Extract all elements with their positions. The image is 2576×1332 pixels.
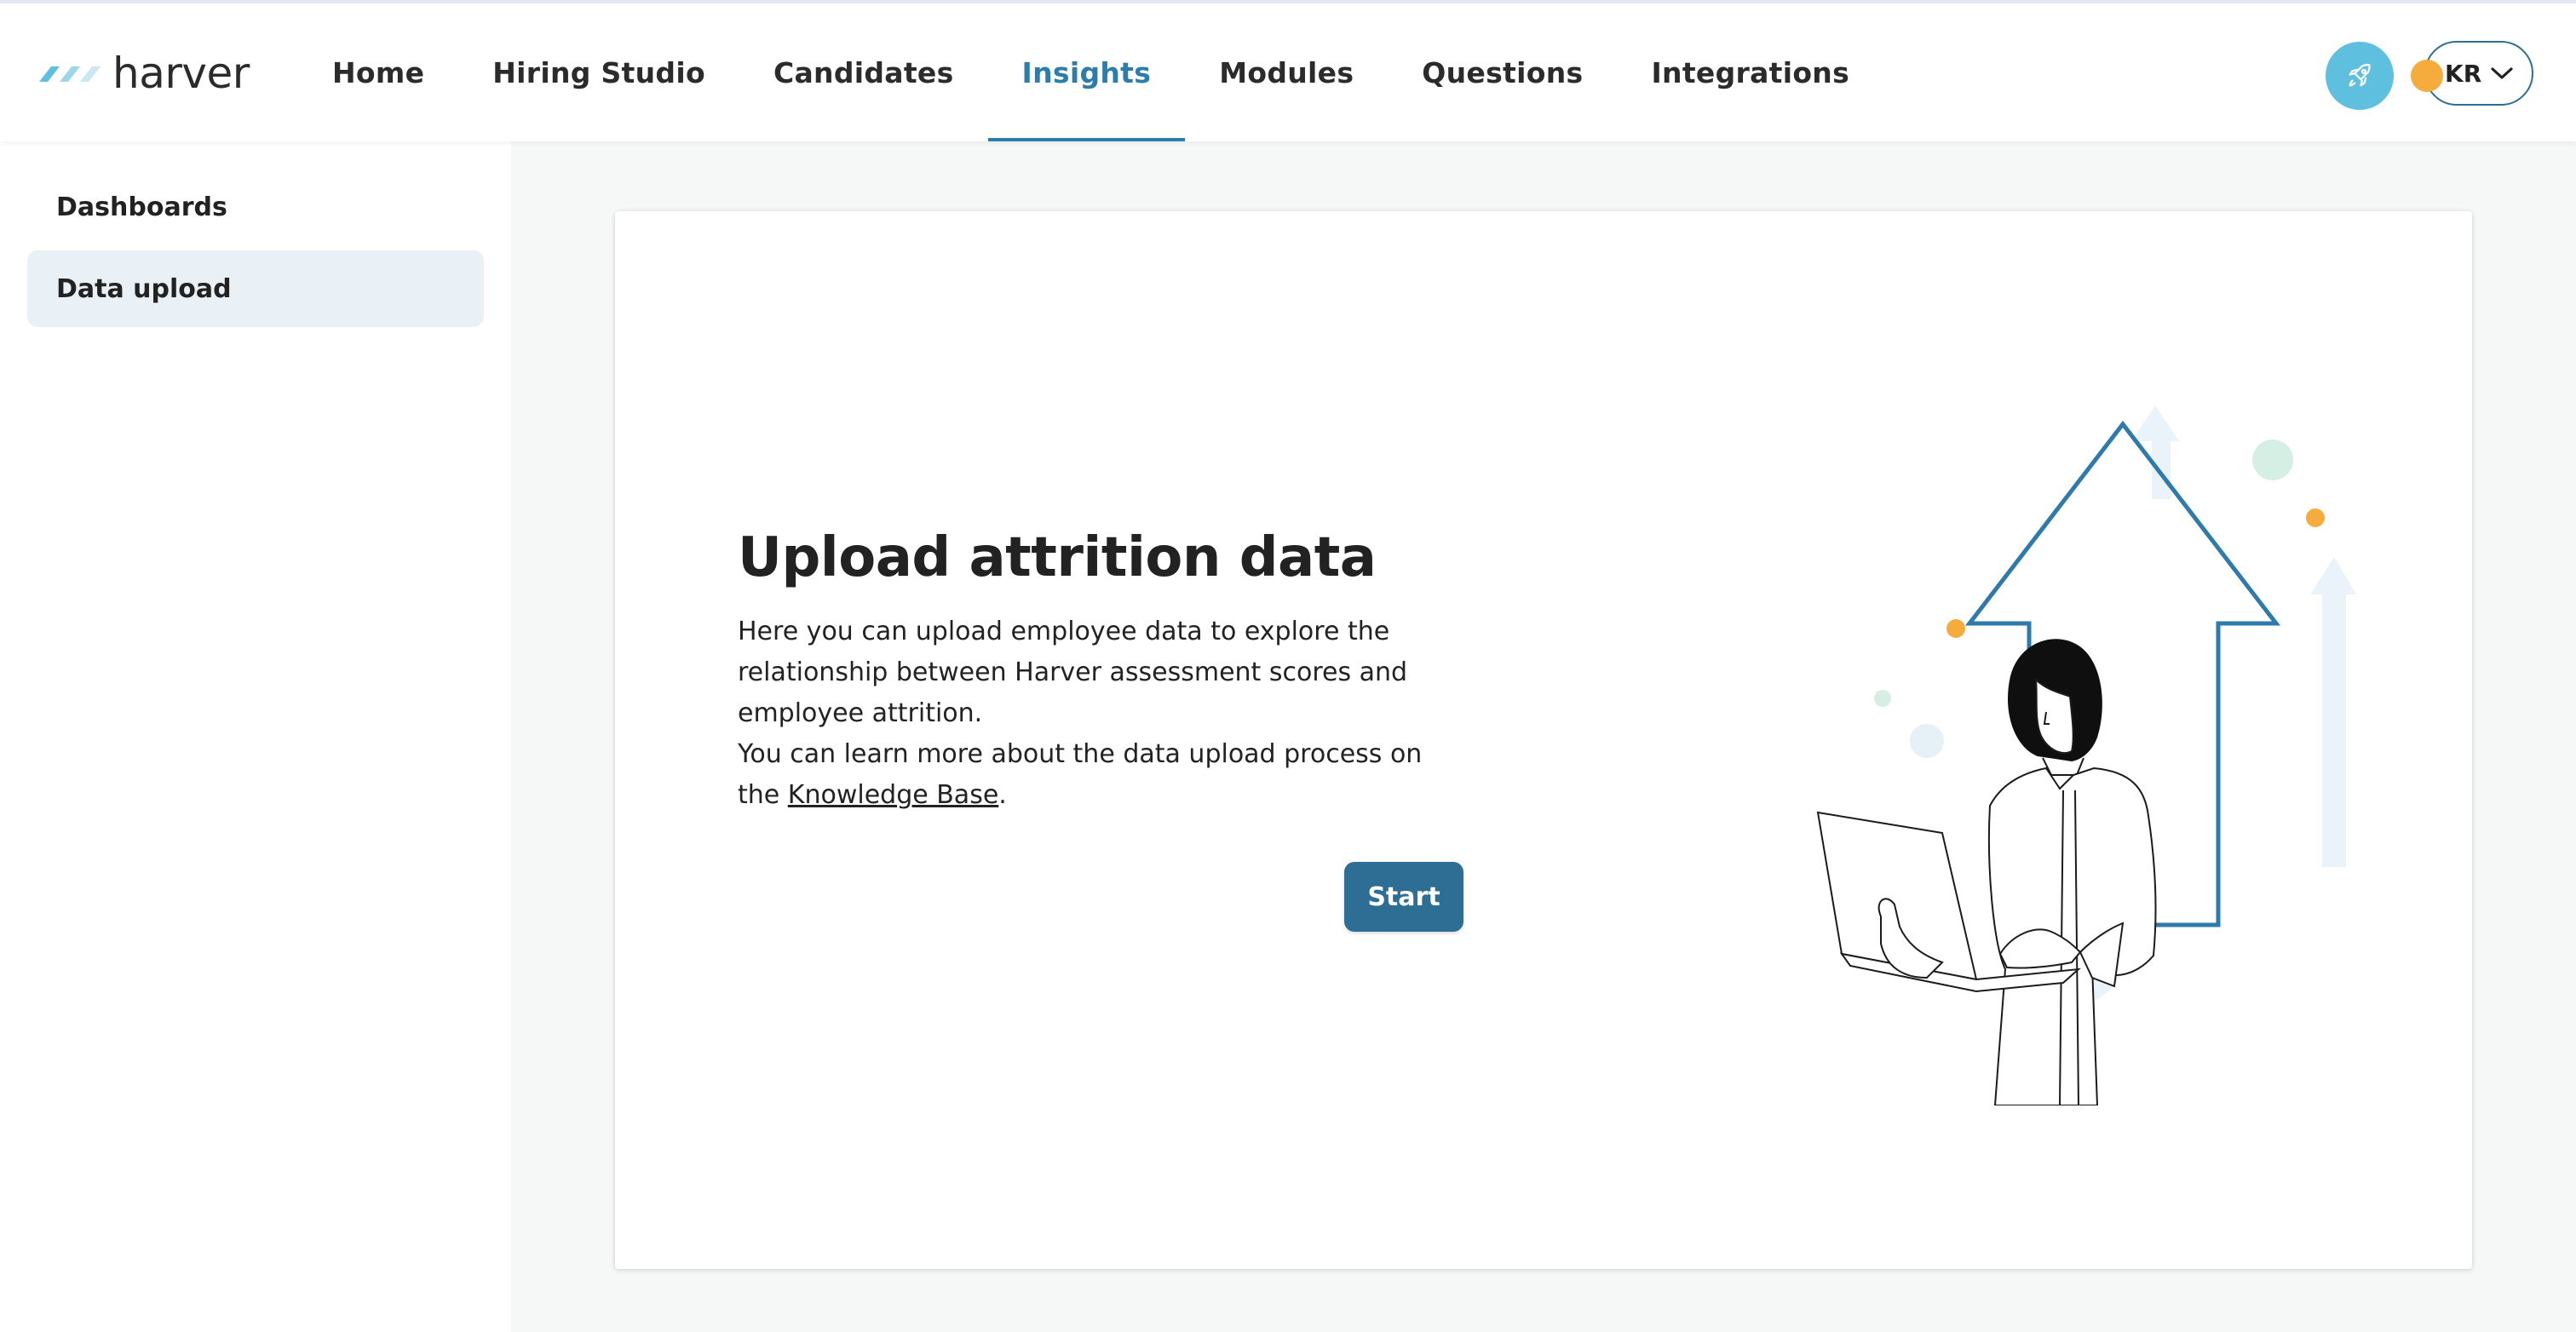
decorative-dot-icon: [1946, 619, 1965, 638]
nav-integrations[interactable]: Integrations: [1617, 3, 1883, 141]
top-navbar: harver Home Hiring Studio Candidates Ins…: [0, 3, 2576, 141]
nav-candidates[interactable]: Candidates: [739, 3, 988, 141]
nav-questions[interactable]: Questions: [1388, 3, 1617, 141]
paragraph-2-suffix: .: [998, 780, 1007, 810]
upload-card: Upload attrition data Here you can uploa…: [615, 211, 2472, 1269]
description: Here you can upload employee data to exp…: [738, 611, 1470, 816]
rocket-icon: [2349, 64, 2371, 87]
sidebar-item-data-upload[interactable]: Data upload: [27, 250, 484, 327]
description-paragraph-2: You can learn more about the data upload…: [738, 734, 1470, 816]
harver-logo-mark-icon: [39, 66, 101, 82]
logo-text: harver: [112, 49, 250, 98]
page-title: Upload attrition data: [738, 526, 1377, 589]
description-paragraph-1: Here you can upload employee data to exp…: [738, 617, 1408, 728]
chevron-down-icon: [2491, 67, 2513, 79]
user-initials: KR: [2445, 59, 2482, 88]
nav-modules[interactable]: Modules: [1185, 3, 1388, 141]
woman-with-laptop-illustration: [1816, 405, 2356, 1105]
user-status-dot: [2411, 60, 2443, 92]
knowledge-base-link[interactable]: Knowledge Base: [788, 780, 999, 810]
sidebar-item-dashboards[interactable]: Dashboards: [27, 169, 484, 245]
nav-insights[interactable]: Insights: [987, 3, 1186, 141]
main-nav: Home Hiring Studio Candidates Insights M…: [298, 3, 1883, 141]
rocket-button[interactable]: [2326, 42, 2394, 110]
harver-logo[interactable]: harver: [39, 51, 250, 95]
nav-hiring-studio[interactable]: Hiring Studio: [458, 3, 739, 141]
start-button[interactable]: Start: [1344, 862, 1463, 932]
nav-home[interactable]: Home: [298, 3, 458, 141]
sidebar: Dashboards Data upload: [0, 141, 511, 1332]
